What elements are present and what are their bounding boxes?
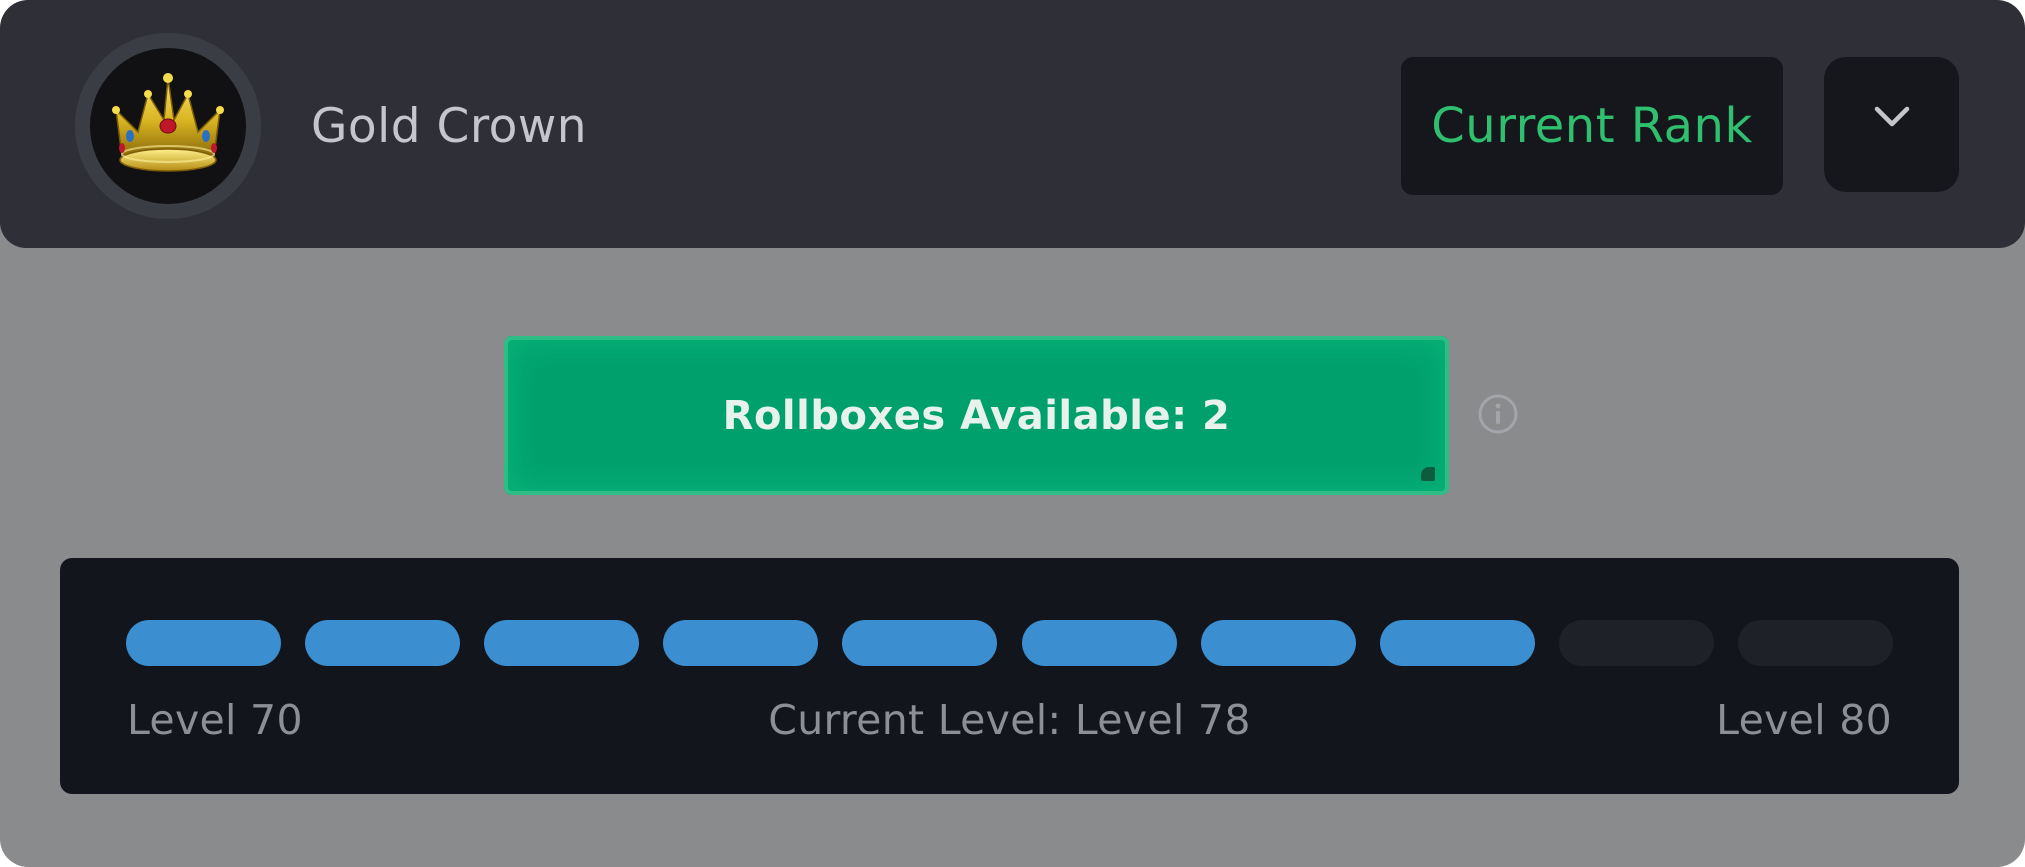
rank-dropdown-button[interactable]: [1824, 57, 1959, 192]
current-rank-button[interactable]: Current Rank: [1401, 57, 1783, 195]
resize-handle-icon: [1421, 467, 1435, 481]
progress-segment: [1021, 620, 1177, 666]
level-max-label: Level 80: [1716, 696, 1892, 744]
gold-crown-icon: [112, 73, 224, 172]
progress-segment: [1737, 620, 1893, 666]
level-progress-panel: Level 70 Current Level: Level 78 Level 8…: [60, 558, 1959, 794]
current-level-label: Current Level: Level 78: [768, 696, 1251, 744]
rollboxes-label: Rollboxes Available: 2: [722, 392, 1231, 439]
rank-avatar: [75, 33, 261, 219]
progress-segment: [1558, 620, 1714, 666]
chevron-down-icon: [1874, 106, 1910, 127]
progress-segment: [484, 620, 640, 666]
progress-segment: [1200, 620, 1356, 666]
rank-card: Gold Crown Current Rank Rollboxes Availa…: [0, 0, 2025, 867]
progress-segment: [842, 620, 998, 666]
info-icon[interactable]: [1477, 393, 1519, 435]
progress-segment: [1379, 620, 1535, 666]
rank-header: Gold Crown Current Rank: [0, 0, 2025, 248]
progress-segment: [126, 620, 282, 666]
level-progress-bar: [60, 558, 1959, 794]
progress-segment: [663, 620, 819, 666]
rank-name: Gold Crown: [311, 99, 588, 154]
rollboxes-button[interactable]: Rollboxes Available: 2: [504, 336, 1449, 495]
rank-avatar-inner: [90, 48, 246, 204]
progress-segment: [305, 620, 461, 666]
